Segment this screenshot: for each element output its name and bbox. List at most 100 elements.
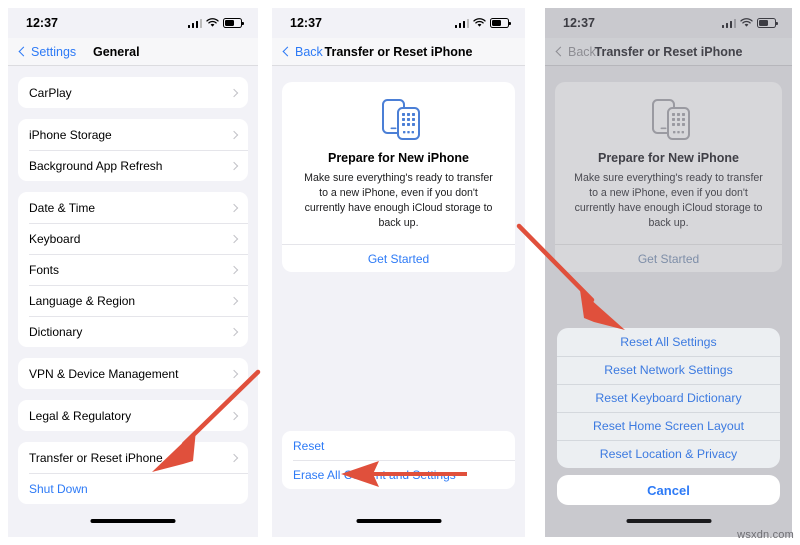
prepare-for-new-iphone-card: Prepare for New iPhone Make sure everyth… [555,82,782,272]
cancel-button[interactable]: Cancel [557,475,780,505]
row-label: Reset [293,438,325,453]
erase-all-content-and-settings-button[interactable]: Erase All Content and Settings [282,460,515,489]
phone-screen-reset-action-sheet: 12:37 Back Transfer or Reset iPhone Prep… [545,8,792,537]
screenshot-stage: 12:37 Settings General CarPlay iPhone St… [0,0,800,545]
chevron-left-icon [555,46,566,57]
settings-row-vpn-device-management[interactable]: VPN & Device Management [18,358,248,389]
row-label: VPN & Device Management [29,366,179,381]
chevron-right-icon [229,130,239,139]
chevron-right-icon [229,234,239,243]
two-iphones-icon [295,96,502,142]
settings-group: VPN & Device Management [18,358,248,389]
card-title: Prepare for New iPhone [327,151,469,165]
chevron-right-icon [229,327,239,336]
settings-list: CarPlay iPhone Storage Background App Re… [8,77,258,504]
settings-row-legal-regulatory[interactable]: Legal & Regulatory [18,400,248,431]
card-body: Prepare for New iPhone Make sure everyth… [555,82,782,244]
home-indicator [90,519,176,523]
battery-icon [490,18,511,28]
row-label: Fonts [29,262,60,277]
prepare-for-new-iphone-card: Prepare for New iPhone Make sure everyth… [282,82,515,272]
back-button-settings[interactable]: Settings [18,44,77,59]
get-started-button[interactable]: Get Started [555,244,782,272]
action-reset-all-settings[interactable]: Reset All Settings [557,328,780,356]
status-bar: 12:37 [272,8,525,38]
chevron-right-icon [229,265,239,274]
settings-row-shut-down[interactable]: Shut Down [18,473,248,504]
cellular-signal-icon [454,18,469,28]
back-button-label: Settings [31,44,77,59]
card-body: Prepare for New iPhone Make sure everyth… [282,82,515,244]
home-indicator [626,519,711,523]
settings-group: Transfer or Reset iPhone Shut Down [18,442,248,504]
nav-bar: Settings General [8,38,258,66]
card-title: Prepare for New iPhone [597,151,739,165]
settings-row-keyboard[interactable]: Keyboard [18,223,248,254]
status-bar: 12:37 [545,8,792,38]
status-bar: 12:37 [8,8,258,38]
settings-group: iPhone Storage Background App Refresh [18,119,248,181]
cellular-signal-icon [187,18,202,28]
settings-row-fonts[interactable]: Fonts [18,254,248,285]
row-label: Language & Region [29,293,136,308]
back-button[interactable]: Back [282,44,323,59]
chevron-left-icon [282,46,293,57]
row-label: Transfer or Reset iPhone [29,450,163,465]
chevron-right-icon [229,411,239,420]
action-reset-location-privacy[interactable]: Reset Location & Privacy [557,440,780,468]
back-button-label: Back [568,44,596,59]
home-indicator [356,519,441,523]
row-label: Legal & Regulatory [29,408,132,423]
status-bar-indicators [187,18,244,28]
status-bar-time: 12:37 [563,16,595,30]
settings-group: Date & Time Keyboard Fonts Language & Re… [18,192,248,347]
back-button-label: Back [295,44,323,59]
settings-row-carplay[interactable]: CarPlay [18,77,248,108]
row-label: Date & Time [29,200,96,215]
row-label: Keyboard [29,231,81,246]
chevron-right-icon [229,88,239,97]
settings-row-transfer-or-reset-iphone[interactable]: Transfer or Reset iPhone [18,442,248,473]
battery-icon [223,18,244,28]
action-reset-keyboard-dictionary[interactable]: Reset Keyboard Dictionary [557,384,780,412]
page-title: General [93,44,140,59]
row-label: Dictionary [29,324,83,339]
wifi-icon [473,18,486,27]
chevron-right-icon [229,369,239,378]
settings-row-iphone-storage[interactable]: iPhone Storage [18,119,248,150]
phone-screen-transfer-or-reset: 12:37 Back Transfer or Reset iPhone Prep… [272,8,525,537]
status-bar-indicators [454,18,511,28]
reset-options-group: Reset Erase All Content and Settings [282,431,515,489]
row-label: Background App Refresh [29,158,163,173]
phone-screen-general-settings: 12:37 Settings General CarPlay iPhone St… [8,8,258,537]
settings-row-date-time[interactable]: Date & Time [18,192,248,223]
get-started-button[interactable]: Get Started [282,244,515,272]
wifi-icon [206,18,219,27]
reset-button[interactable]: Reset [282,431,515,460]
action-reset-network-settings[interactable]: Reset Network Settings [557,356,780,384]
chevron-right-icon [229,296,239,305]
chevron-left-icon [18,46,29,57]
card-description: Make sure everything's ready to transfer… [574,172,763,229]
nav-bar: Back Transfer or Reset iPhone [272,38,525,66]
battery-icon [757,18,778,28]
reset-action-sheet: Reset All Settings Reset Network Setting… [557,328,780,505]
nav-bar: Back Transfer or Reset iPhone [545,38,792,66]
settings-row-dictionary[interactable]: Dictionary [18,316,248,347]
card-description: Make sure everything's ready to transfer… [304,172,493,229]
row-label: iPhone Storage [29,127,112,142]
cellular-signal-icon [721,18,736,28]
action-reset-home-screen-layout[interactable]: Reset Home Screen Layout [557,412,780,440]
chevron-right-icon [229,161,239,170]
row-label: CarPlay [29,85,72,100]
chevron-right-icon [229,203,239,212]
back-button[interactable]: Back [555,44,596,59]
two-iphones-icon [568,96,769,142]
wifi-icon [740,18,753,27]
chevron-right-icon [229,453,239,462]
settings-row-language-region[interactable]: Language & Region [18,285,248,316]
row-label: Shut Down [29,481,88,496]
settings-row-background-app-refresh[interactable]: Background App Refresh [18,150,248,181]
row-label: Erase All Content and Settings [293,467,456,482]
settings-group: Legal & Regulatory [18,400,248,431]
